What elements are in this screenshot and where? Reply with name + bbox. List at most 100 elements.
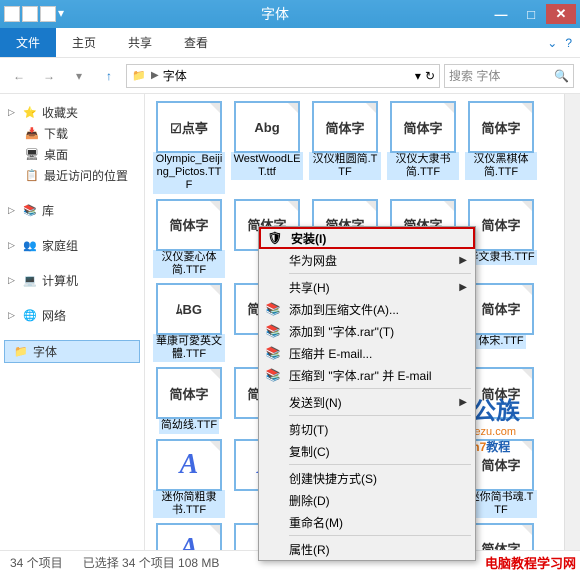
menu-item-label: 剪切(T) [289,421,328,438]
addr-dropdown-icon[interactable]: ▾ [415,69,421,83]
menu-item[interactable]: 📚添加到压缩文件(A)... [259,298,475,320]
history-dropdown[interactable]: ▾ [66,63,92,89]
file-thumbnail: 简体字 [157,200,221,250]
sidebar-computer[interactable]: ▷💻计算机 [4,270,140,291]
file-thumbnail: 简体字 [469,102,533,152]
address-bar[interactable]: 📁 ▶ 字体 ▾ ↻ [126,64,440,88]
menu-item-icon: 🛡 [267,230,283,246]
file-name: 体宋.TTF [476,334,525,349]
submenu-arrow-icon: ▶ [459,282,467,293]
search-placeholder: 搜索 字体 [449,67,500,84]
tab-file[interactable]: 文件 [0,28,56,57]
file-item[interactable]: 简体字汉仪大隶书简.TTF [387,102,459,194]
menu-separator [289,273,471,274]
menu-item-label: 发送到(N) [289,394,342,411]
submenu-arrow-icon: ▶ [459,397,467,408]
file-name: 汉仪大隶书简.TTF [387,152,459,180]
library-icon: 📚 [22,203,38,219]
homegroup-icon: 👥 [22,238,38,254]
menu-item[interactable]: 🛡安装(I) [259,227,475,249]
breadcrumb-location[interactable]: 字体 [163,67,187,84]
refresh-button[interactable]: ↻ [425,69,435,83]
search-input[interactable]: 搜索 字体 🔍 [444,64,574,88]
file-thumbnail: A [157,440,221,490]
file-thumbnail: Abg [235,102,299,152]
file-item[interactable]: 简体字汉仪黑棋体简.TTF [465,102,537,194]
tab-share[interactable]: 共享 [112,28,168,57]
file-thumbnail: 简体字 [313,102,377,152]
menu-separator [289,464,471,465]
file-item[interactable]: ﾑBG華康可愛英文體.TTF [153,284,225,362]
file-item[interactable]: AbgWestWoodLET.ttf [231,102,303,194]
file-thumbnail: ﾑBG [157,284,221,334]
status-count: 34 个项目 [10,554,63,571]
file-thumbnail: 简体字 [469,284,533,334]
file-item[interactable]: A迷你简粗隶书.TTF [153,440,225,518]
sidebar-homegroup[interactable]: ▷👥家庭组 [4,235,140,256]
file-thumbnail: 简体字 [469,368,533,418]
sidebar-item-recent[interactable]: 📋最近访问的位置 [4,165,140,186]
menu-item[interactable]: 重命名(M) [259,511,475,533]
back-button[interactable]: ← [6,63,32,89]
app-icon [4,6,20,22]
scrollbar[interactable] [564,94,580,550]
menu-separator [289,535,471,536]
file-item[interactable]: 简体字简幼线.TTF [153,368,225,433]
menu-item[interactable]: 剪切(T) [259,418,475,440]
sidebar-item-downloads[interactable]: 📥下载 [4,123,140,144]
menu-item[interactable]: 📚压缩到 "字体.rar" 并 E-mail [259,364,475,386]
file-item[interactable]: 简体字汉仪粗圆简.TTF [309,102,381,194]
menu-item-label: 删除(D) [289,492,330,509]
minimize-button[interactable]: — [486,4,516,24]
tab-view[interactable]: 查看 [168,28,224,57]
window-title: 字体 [64,4,486,24]
file-name: 汉仪黑棋体简.TTF [465,152,537,180]
file-item[interactable]: ☑点亭Olympic_Beijing_Pictos.TTF [153,102,225,194]
up-button[interactable]: ↑ [96,63,122,89]
file-name: 華康可愛英文體.TTF [153,334,225,362]
footnote: 电脑教程学习网 [485,553,576,572]
file-thumbnail: 简体字 [391,102,455,152]
sidebar-item-fonts[interactable]: 📁字体 [4,340,140,363]
menu-item-label: 属性(R) [289,541,330,558]
search-icon: 🔍 [554,69,569,83]
sidebar-favorites[interactable]: ▷⭐收藏夹 [4,102,140,123]
titlebar-icons: ▾ [4,6,64,22]
forward-button[interactable]: → [36,63,62,89]
download-icon: 📥 [24,126,40,142]
help-icon[interactable]: ? [565,36,572,50]
menu-item[interactable]: 属性(R) [259,538,475,560]
file-item[interactable]: A迷你简特粗 [153,524,225,550]
file-name: Olympic_Beijing_Pictos.TTF [153,152,225,194]
file-thumbnail: 简体字 [469,524,533,550]
sidebar-item-desktop[interactable]: 🖥桌面 [4,144,140,165]
menu-item-label: 创建快捷方式(S) [289,470,377,487]
sidebar-network[interactable]: ▷🌐网络 [4,305,140,326]
menu-item[interactable]: 发送到(N) ▶ [259,391,475,413]
menu-item[interactable]: 创建快捷方式(S) [259,467,475,489]
maximize-button[interactable]: □ [516,4,546,24]
file-name: 迷你简粗隶书.TTF [153,490,225,518]
tab-home[interactable]: 主页 [56,28,112,57]
navbar: ← → ▾ ↑ 📁 ▶ 字体 ▾ ↻ 搜索 字体 🔍 [0,58,580,94]
folder-icon: 📁 [13,344,29,360]
menu-item-icon: 📚 [265,323,281,339]
menu-item-label: 复制(C) [289,443,330,460]
close-button[interactable]: ✕ [546,4,576,24]
file-item[interactable]: 简体字汉仪菱心体简.TTF [153,200,225,278]
file-thumbnail: 简体字 [157,368,221,418]
sidebar-libraries[interactable]: ▷📚库 [4,200,140,221]
menu-item[interactable]: 📚添加到 "字体.rar"(T) [259,320,475,342]
menu-item[interactable]: 华为网盘▶ [259,249,475,271]
ribbon-expand-icon[interactable]: ⌄ [547,36,557,50]
menu-item[interactable]: 📚压缩并 E-mail... [259,342,475,364]
qat-icon-2[interactable] [40,6,56,22]
file-name: 简幼线.TTF [159,418,219,433]
context-menu: 🛡安装(I)华为网盘▶ 共享(H)▶📚添加到压缩文件(A)...📚添加到 "字体.… [258,226,476,561]
qat-icon-1[interactable] [22,6,38,22]
menu-item[interactable]: 复制(C) [259,440,475,462]
desktop-icon: 🖥 [24,147,40,163]
menu-separator [289,415,471,416]
menu-item[interactable]: 删除(D) [259,489,475,511]
menu-item[interactable]: 共享(H)▶ [259,276,475,298]
